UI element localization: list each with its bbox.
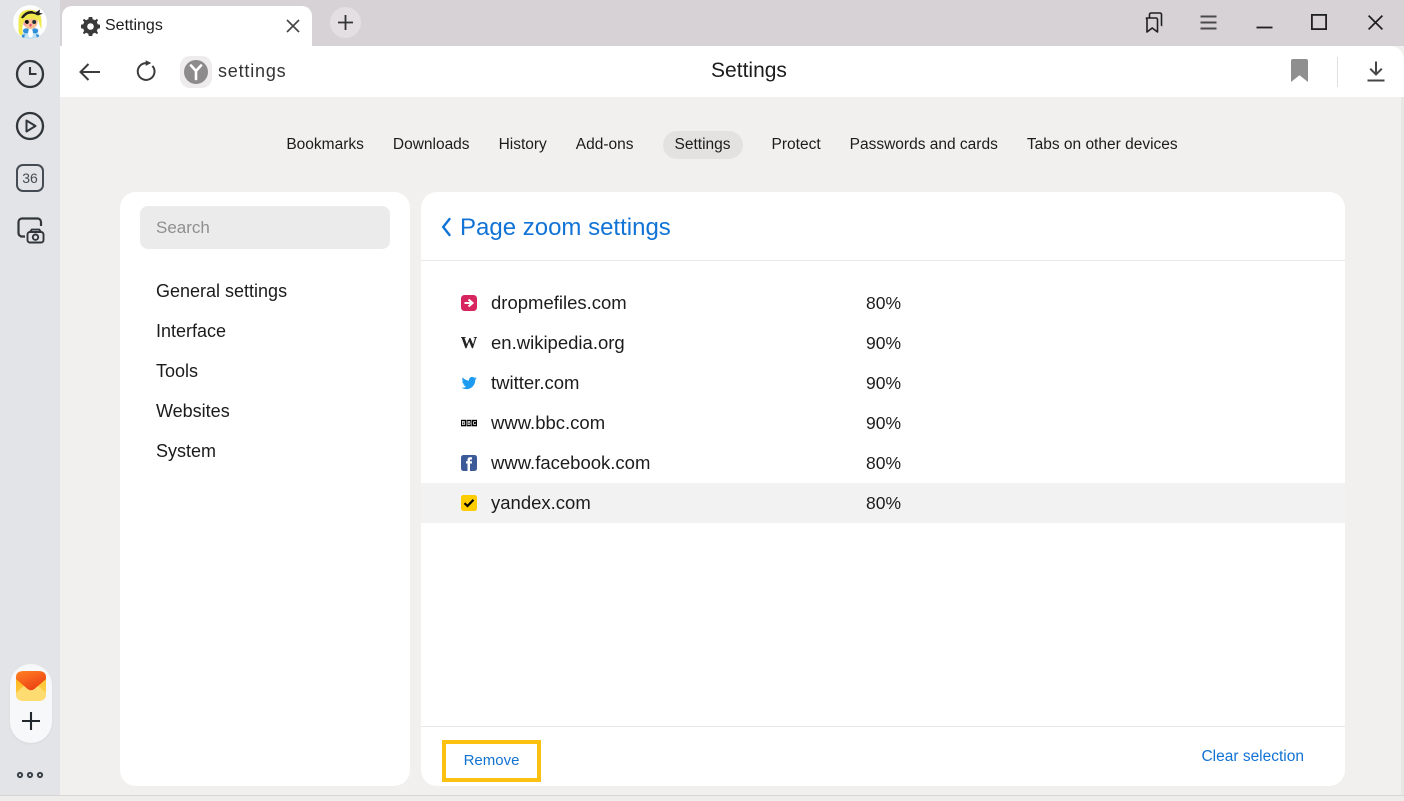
svg-text:W: W <box>461 335 477 351</box>
svg-text:B: B <box>462 421 466 427</box>
svg-text:C: C <box>473 421 477 427</box>
svg-text:B: B <box>467 421 471 427</box>
